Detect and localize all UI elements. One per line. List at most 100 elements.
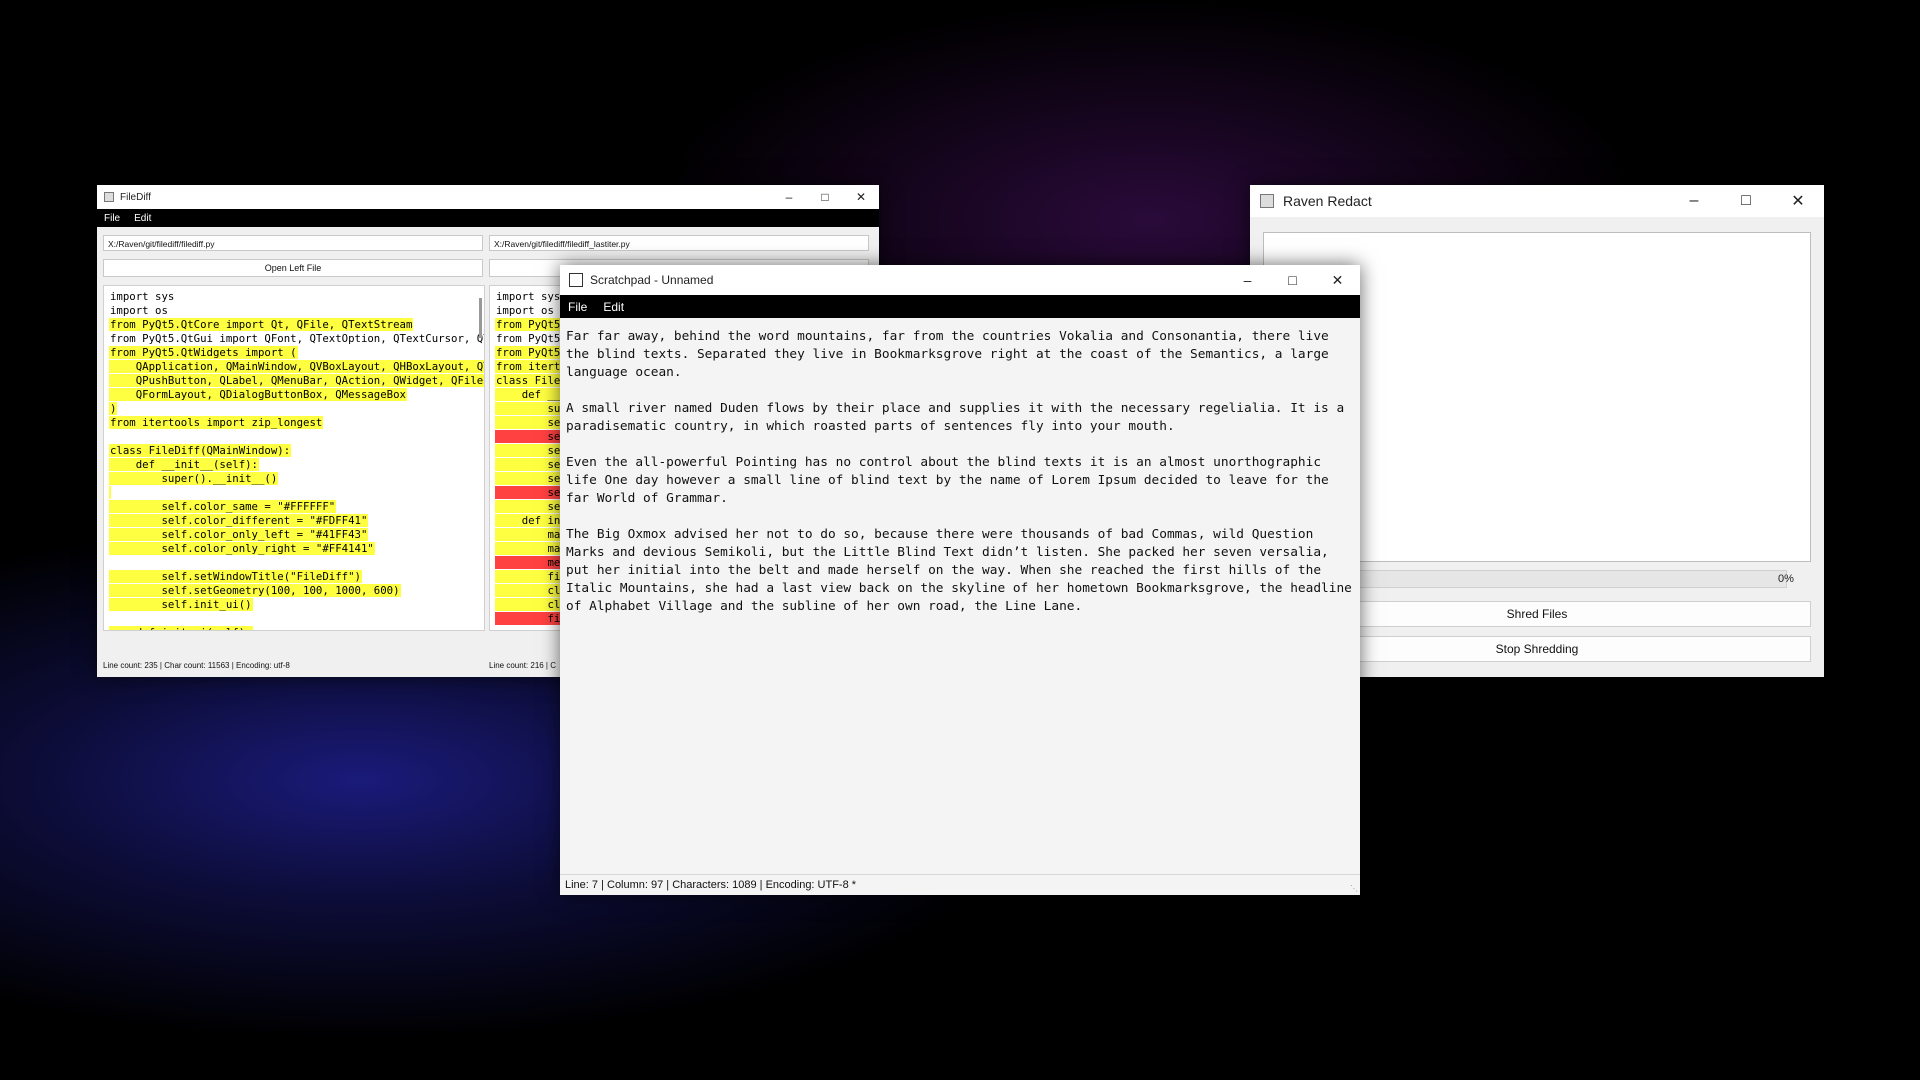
app-icon — [1260, 194, 1274, 208]
right-status: Line count: 216 | C — [489, 661, 557, 670]
maximize-button[interactable]: □ — [1720, 185, 1772, 217]
menu-file[interactable]: File — [97, 213, 127, 224]
menubar: File Edit — [97, 209, 879, 227]
paragraph: Far far away, behind the word mountains,… — [566, 329, 1329, 380]
code-line: self.color_only_right = "#FF4141" — [109, 542, 484, 556]
notepad-icon — [569, 273, 583, 287]
code-line: from PyQt5.QtGui import QFont, QTextOpti… — [109, 332, 484, 346]
code-line: def init_ui(self): — [109, 626, 484, 630]
code-line-text: import sys — [496, 290, 561, 303]
minimize-button[interactable]: – — [1668, 185, 1720, 217]
window-title: Scratchpad - Unnamed — [590, 273, 714, 287]
maximize-button[interactable]: □ — [1270, 265, 1315, 295]
code-line-text: cl — [495, 584, 562, 597]
code-line-text: def init_ui(self): — [109, 626, 253, 630]
code-line: from PyQt5.QtCore import Qt, QFile, QTex… — [109, 318, 484, 332]
code-line-text: se — [495, 500, 562, 513]
close-button[interactable]: ✕ — [1772, 185, 1824, 217]
code-line: import os — [109, 304, 484, 318]
code-line-text: se — [495, 444, 562, 457]
minimize-icon: – — [785, 190, 793, 204]
code-line-text: se — [495, 486, 562, 499]
progress-percent: 0% — [1778, 573, 1794, 585]
code-line-text: ) — [109, 402, 118, 415]
left-status: Line count: 235 | Char count: 11563 | En… — [103, 661, 290, 670]
code-line: QFormLayout, QDialogButtonBox, QMessageB… — [109, 388, 484, 402]
code-line-text: QFormLayout, QDialogButtonBox, QMessageB… — [109, 388, 407, 401]
window-title: Raven Redact — [1283, 193, 1372, 209]
minimize-icon: – — [1689, 192, 1699, 209]
code-line: super().__init__() — [109, 472, 484, 486]
menubar: File Edit — [560, 295, 1360, 318]
menu-file[interactable]: File — [560, 300, 595, 314]
code-line-text: fi — [495, 570, 562, 583]
minimize-button[interactable]: – — [1225, 265, 1270, 295]
raven-titlebar[interactable]: Raven Redact – □ ✕ — [1250, 185, 1824, 217]
code-line-text: self.setWindowTitle("FileDiff") — [109, 570, 362, 583]
text-editor[interactable]: Far far away, behind the word mountains,… — [566, 328, 1354, 634]
code-line-text: self.color_same = "#FFFFFF" — [109, 500, 337, 513]
menu-edit[interactable]: Edit — [127, 213, 158, 224]
menu-edit[interactable]: Edit — [595, 300, 632, 314]
code-line-text: def __init__(self): — [109, 458, 259, 471]
code-line-text — [109, 486, 111, 499]
code-line-text: se — [495, 416, 562, 429]
open-left-file-button[interactable]: Open Left File — [103, 259, 483, 277]
code-line — [109, 430, 484, 444]
maximize-icon: □ — [1741, 192, 1751, 209]
code-line: self.color_only_left = "#41FF43" — [109, 528, 484, 542]
minimize-icon: – — [1243, 272, 1252, 288]
code-line-text: self.color_only_left = "#41FF43" — [109, 528, 369, 541]
code-line-text: self.color_only_right = "#FF4141" — [109, 542, 375, 555]
code-line: import sys — [109, 290, 484, 304]
code-line-text: from PyQt5.QtCore import Qt, QFile, QTex… — [109, 318, 414, 331]
left-code-editor[interactable]: import sys import os from PyQt5.QtCore imp… — [103, 285, 485, 631]
code-line-text: import sys — [110, 290, 175, 303]
filediff-titlebar[interactable]: FileDiff – □ ✕ — [97, 185, 879, 209]
scratchpad-titlebar[interactable]: Scratchpad - Unnamed – □ ✕ — [560, 265, 1360, 295]
code-line-text: se — [495, 472, 562, 485]
close-button[interactable]: ✕ — [843, 185, 879, 209]
code-line-text: fi — [495, 612, 562, 625]
code-line-text: def __ — [495, 388, 562, 401]
code-line-text: self.color_different = "#FDFF41" — [109, 514, 369, 527]
code-line-text: ma — [495, 528, 562, 541]
code-line-text: def in — [495, 514, 562, 527]
code-line — [109, 486, 484, 500]
code-line: from PyQt5.QtWidgets import ( — [109, 346, 484, 360]
left-path-input[interactable]: X:/Raven/git/filediff/filediff.py — [103, 235, 483, 251]
close-button[interactable]: ✕ — [1315, 265, 1360, 295]
code-line: from itertools import zip_longest — [109, 416, 484, 430]
resize-grip-icon[interactable]: ⋱ — [1350, 884, 1358, 893]
minimize-button[interactable]: – — [771, 185, 807, 209]
maximize-button[interactable]: □ — [807, 185, 843, 209]
code-line-text: from PyQt5 — [495, 346, 562, 359]
code-line: self.color_same = "#FFFFFF" — [109, 500, 484, 514]
code-line-text: from PyQt5 — [496, 332, 561, 345]
code-line-text: from PyQt5 — [495, 318, 562, 331]
code-line-text: QApplication, QMainWindow, QVBoxLayout, … — [109, 360, 484, 373]
close-icon: ✕ — [855, 190, 867, 204]
code-line-text: from itert — [495, 360, 562, 373]
code-line-text: ma — [495, 542, 562, 555]
code-line-text: class File — [495, 374, 562, 387]
code-line: self.setWindowTitle("FileDiff") — [109, 570, 484, 584]
maximize-icon: □ — [821, 190, 829, 204]
scratchpad-window: Scratchpad - Unnamed – □ ✕ File Edit Far… — [560, 265, 1360, 895]
code-line-text: import os — [110, 304, 168, 317]
code-line: def __init__(self): — [109, 458, 484, 472]
code-line-text: from PyQt5.QtGui import QFont, QTextOpti… — [110, 332, 485, 345]
right-path-input[interactable]: X:/Raven/git/filediff/filediff_lastiter.… — [489, 235, 869, 251]
scrollbar[interactable] — [479, 298, 482, 338]
code-line-text: cl — [495, 598, 562, 611]
code-line-text: class FileDiff(QMainWindow): — [109, 444, 292, 457]
code-line-text: se — [495, 458, 562, 471]
code-line: QPushButton, QLabel, QMenuBar, QAction, … — [109, 374, 484, 388]
app-icon — [104, 192, 114, 202]
code-line: self.init_ui() — [109, 598, 484, 612]
code-line-text: from itertools import zip_longest — [109, 416, 324, 429]
code-line — [109, 612, 484, 626]
